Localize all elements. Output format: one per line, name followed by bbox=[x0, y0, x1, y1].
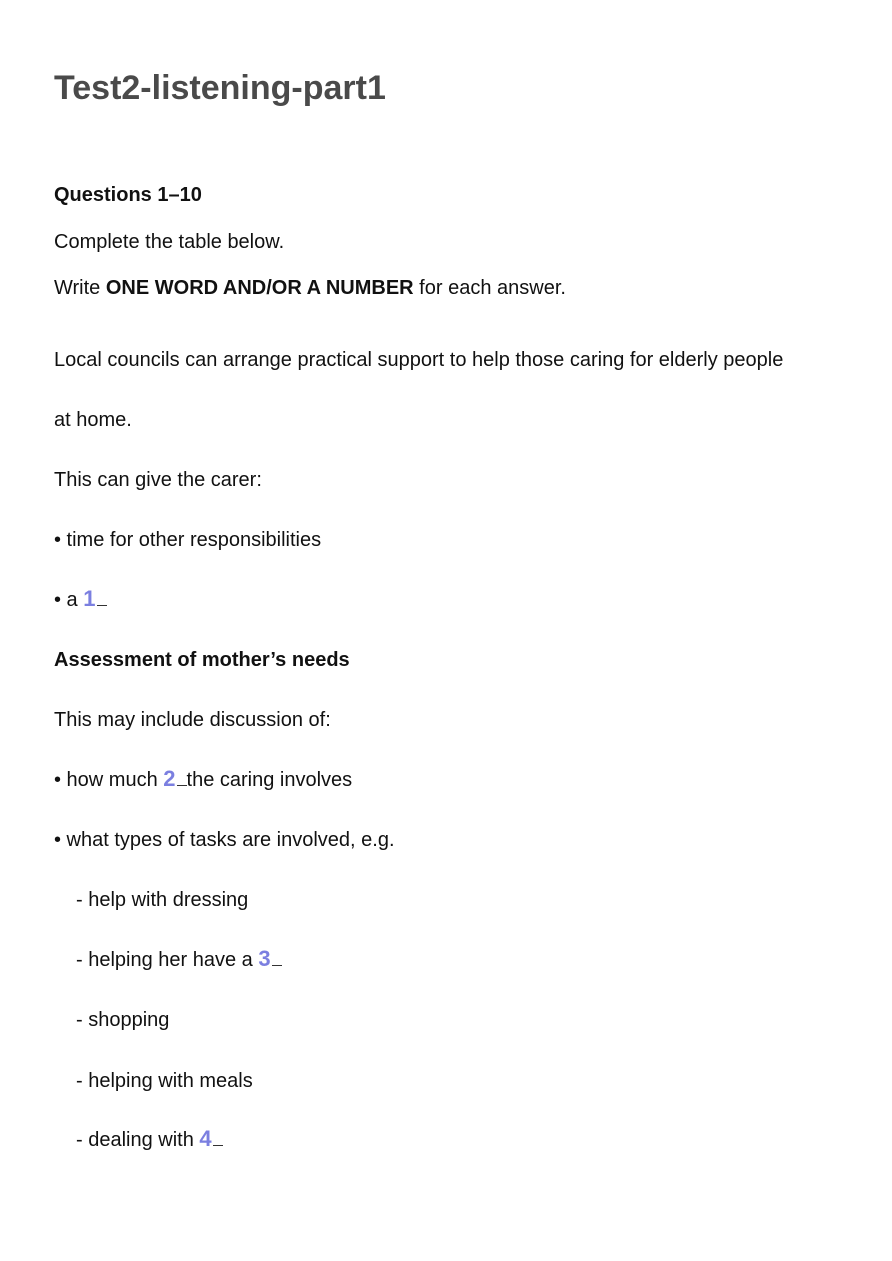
sub-item-dressing: - help with dressing bbox=[76, 889, 249, 911]
intro-paragraph-line-2: at home. bbox=[54, 409, 132, 431]
instruction-write: Write ONE WORD AND/OR A NUMBER for each … bbox=[54, 276, 566, 300]
sub-item-shopping: - shopping bbox=[76, 1009, 170, 1031]
instruction-write-suffix: for each answer. bbox=[413, 277, 566, 299]
bullet-task-types: • what types of tasks are involved, e.g. bbox=[54, 829, 395, 851]
discussion-intro: This may include discussion of: bbox=[54, 709, 331, 731]
page-title: Test2-listening-part1 bbox=[54, 69, 386, 107]
answer-blank-3[interactable] bbox=[271, 947, 282, 966]
bullet-question-2-suffix: the caring involves bbox=[186, 769, 353, 791]
question-number-3: 3 bbox=[258, 946, 271, 971]
bullet-question-1-prefix: • a bbox=[54, 589, 84, 611]
question-number-1: 1 bbox=[83, 586, 96, 611]
sub-item-question-3-prefix: - helping her have a bbox=[76, 949, 259, 971]
section-heading-assessment: Assessment of mother’s needs bbox=[54, 649, 350, 671]
bullet-question-1: • a 1 bbox=[54, 587, 107, 612]
answer-blank-1[interactable] bbox=[96, 587, 107, 606]
question-number-4: 4 bbox=[199, 1126, 212, 1151]
bullet-time: • time for other responsibilities bbox=[54, 529, 322, 551]
bullet-question-2: • how much 2 the caring involves bbox=[54, 767, 352, 792]
answer-blank-4[interactable] bbox=[212, 1127, 223, 1146]
sub-item-question-4-prefix: - dealing with bbox=[76, 1129, 200, 1151]
intro-paragraph-line-1: Local councils can arrange practical sup… bbox=[54, 349, 784, 371]
instruction-write-emphasis: ONE WORD AND/OR A NUMBER bbox=[105, 277, 414, 299]
document-page: Test2-listening-part1 Questions 1–10 Com… bbox=[0, 0, 892, 1261]
sub-item-meals: - helping with meals bbox=[76, 1070, 253, 1092]
answer-blank-2[interactable] bbox=[176, 767, 187, 786]
carer-benefits-intro: This can give the carer: bbox=[54, 469, 262, 491]
sub-item-question-4: - dealing with 4 bbox=[76, 1127, 223, 1152]
sub-item-question-3: - helping her have a 3 bbox=[76, 947, 282, 972]
instruction-write-prefix: Write bbox=[54, 277, 106, 299]
bullet-question-2-prefix: • how much bbox=[54, 769, 164, 791]
questions-heading: Questions 1–10 bbox=[54, 184, 202, 206]
question-number-2: 2 bbox=[163, 766, 176, 791]
instruction-complete: Complete the table below. bbox=[54, 231, 285, 253]
